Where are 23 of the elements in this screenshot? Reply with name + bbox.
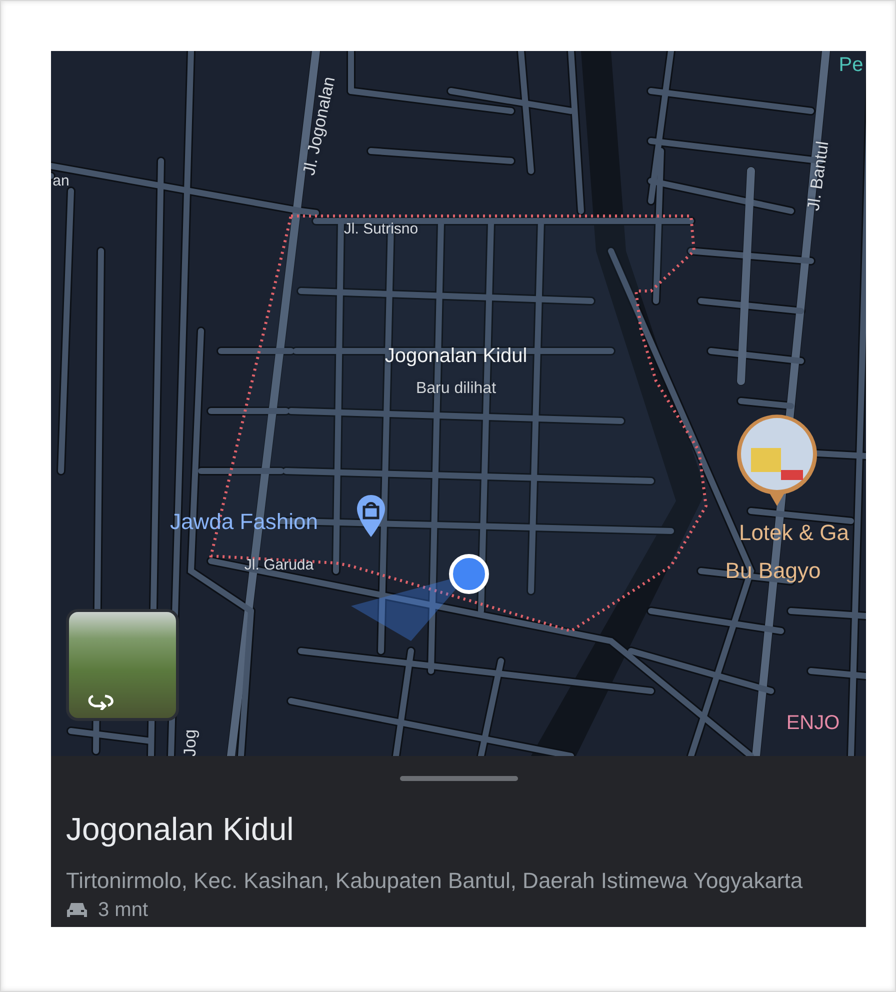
drag-handle[interactable] — [400, 776, 518, 781]
photo-pin-icon[interactable] — [735, 412, 819, 508]
travel-time: 3 mnt — [98, 899, 148, 921]
restaurant-label: Bu Bagyo — [725, 560, 821, 582]
street-label: Jl. Sutrisno — [344, 222, 418, 236]
rotate-icon[interactable] — [87, 692, 115, 710]
area-note: Baru dilihat — [416, 381, 496, 397]
photo-placeholder[interactable] — [66, 609, 179, 721]
place-address: Tirtonirmolo, Kec. Kasihan, Kabupaten Bantul, Daerah Istimewa Yogyakarta — [66, 867, 804, 895]
street-label: Jl. Garuda — [244, 558, 314, 572]
car-icon — [66, 901, 88, 919]
street-label: Jl. Jogonalan — [300, 75, 338, 177]
shop-pin-icon[interactable] — [356, 494, 386, 538]
location-dot — [449, 554, 489, 594]
restaurant-label: Lotek & Ga — [738, 522, 850, 544]
place-label: Pe — [838, 55, 864, 75]
place-title: Jogonalan Kidul — [66, 811, 295, 847]
street-label: Jl. Bantul — [804, 140, 832, 212]
place-label: ENJO — [786, 713, 840, 733]
area-label: Jogonalan Kidul — [384, 346, 528, 366]
street-label: an — [52, 174, 70, 188]
shop-label: Jawda Fashion — [170, 511, 318, 533]
street-label: Jog — [182, 729, 198, 756]
